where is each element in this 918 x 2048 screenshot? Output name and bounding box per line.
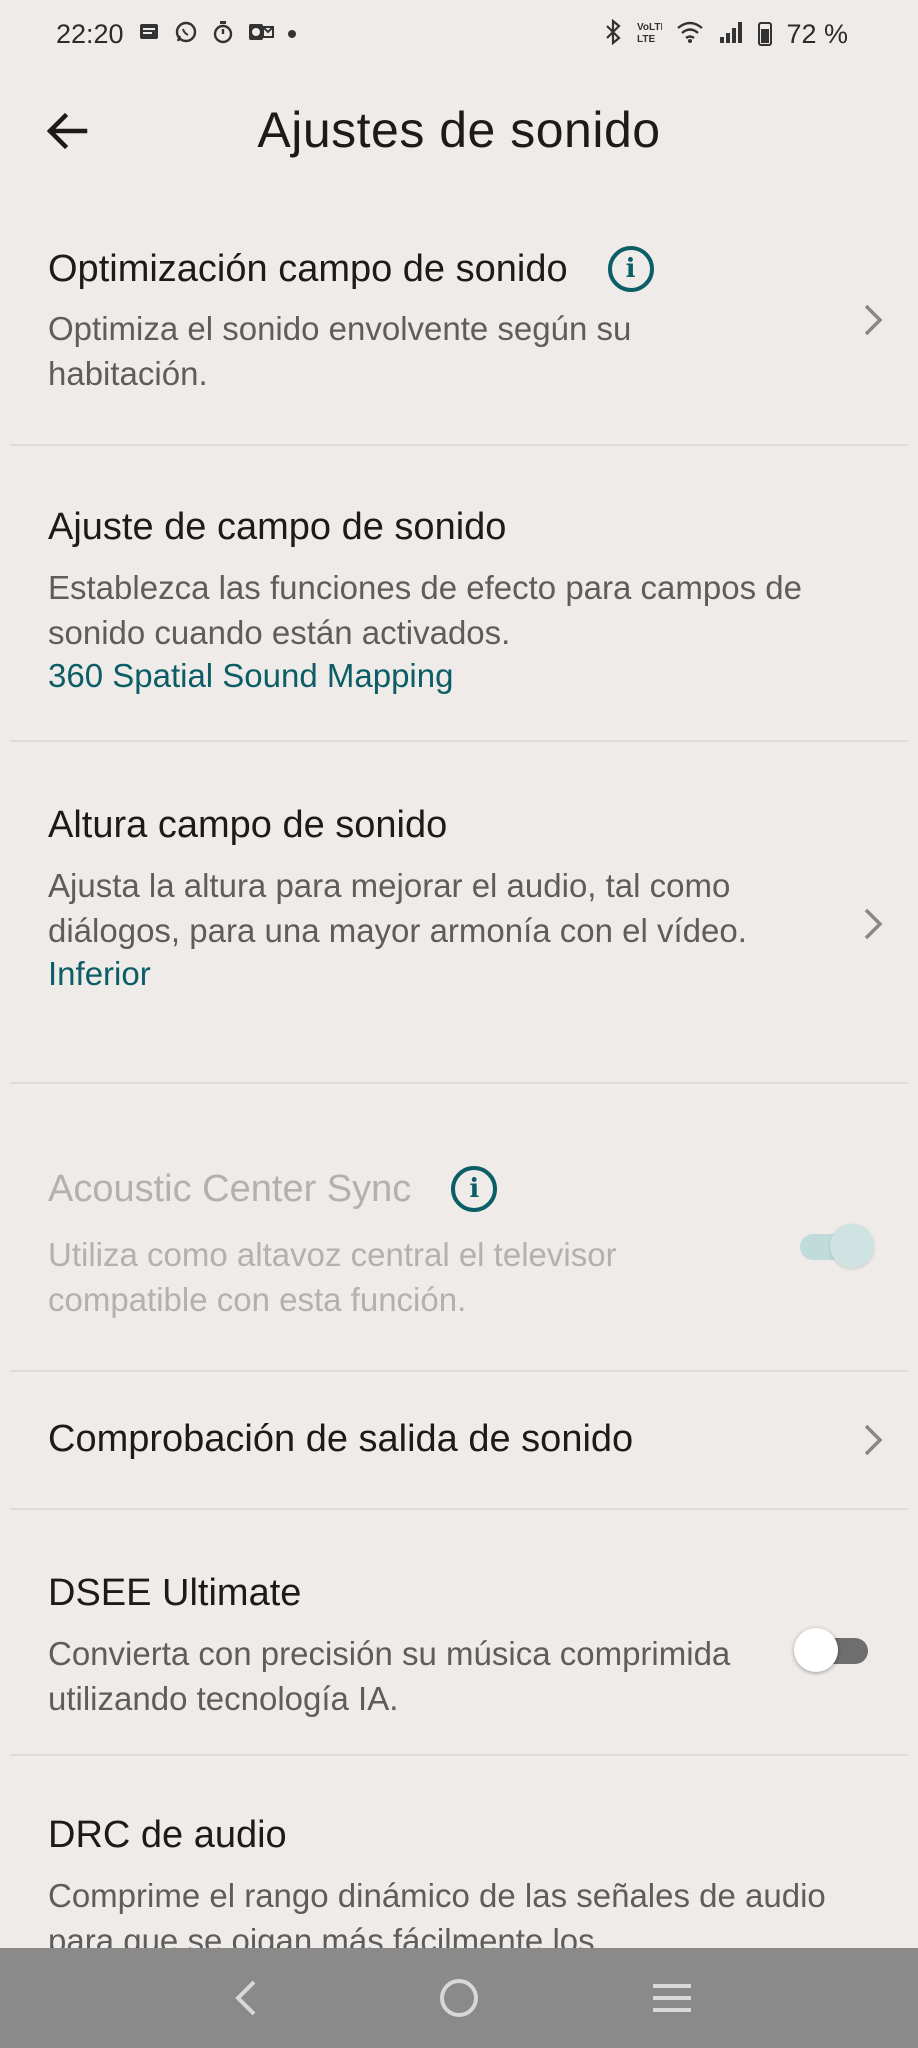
setting-value: 360 Spatial Sound Mapping bbox=[48, 657, 454, 694]
app-bar: Ajustes de sonido bbox=[0, 80, 918, 180]
setting-title-row: DSEE Ultimate bbox=[48, 1572, 870, 1615]
dsee-ultimate-toggle[interactable] bbox=[794, 1628, 874, 1672]
setting-title-row: DRC de audio bbox=[48, 1814, 870, 1857]
toggle-knob bbox=[794, 1628, 838, 1672]
status-time: 22:20 bbox=[56, 18, 124, 49]
setting-title: Acoustic Center Sync bbox=[48, 1167, 412, 1210]
nav-home-icon[interactable] bbox=[429, 1968, 489, 2028]
chevron-right-icon bbox=[864, 1424, 883, 1456]
status-right: VoLTELTE 72 % bbox=[604, 18, 848, 50]
notification-dot-icon bbox=[287, 30, 296, 38]
acoustic-center-sync-toggle bbox=[794, 1224, 874, 1268]
info-icon[interactable]: i bbox=[607, 246, 654, 292]
svg-text:VoLTE: VoLTE bbox=[637, 22, 662, 33]
setting-ajuste-campo-sonido[interactable]: Ajuste de campo de sonido Establezca las… bbox=[10, 446, 908, 742]
timer-icon bbox=[212, 20, 234, 49]
page-title: Ajustes de sonido bbox=[257, 102, 661, 158]
setting-description: Utiliza como altavoz central el televiso… bbox=[48, 1236, 617, 1318]
volte-icon: VoLTELTE bbox=[636, 19, 668, 50]
bluetooth-icon bbox=[604, 18, 622, 50]
setting-title-row: Ajuste de campo de sonido bbox=[48, 506, 870, 549]
setting-title: DRC de audio bbox=[48, 1814, 287, 1856]
svg-text:LTE: LTE bbox=[637, 34, 655, 45]
setting-value: Inferior bbox=[48, 955, 151, 992]
status-left: 22:20 bbox=[56, 19, 296, 50]
outlook-icon bbox=[248, 21, 274, 48]
setting-title-row: Optimización campo de sonido i bbox=[48, 246, 870, 292]
setting-title: Altura campo de sonido bbox=[48, 804, 448, 846]
setting-altura-campo-sonido[interactable]: Altura campo de sonido Ajusta la altura … bbox=[10, 742, 908, 1084]
setting-title-row: Comprobación de salida de sonido bbox=[48, 1418, 870, 1461]
battery-icon bbox=[758, 22, 773, 46]
message-icon bbox=[138, 21, 160, 48]
setting-description: Establezca las funciones de efecto para … bbox=[48, 569, 802, 651]
info-icon[interactable]: i bbox=[451, 1166, 498, 1212]
chevron-right-icon bbox=[864, 908, 883, 940]
signal-icon bbox=[718, 20, 744, 49]
setting-optimizacion-campo-sonido[interactable]: Optimización campo de sonido i Optimiza … bbox=[10, 210, 908, 446]
settings-list: Optimización campo de sonido i Optimiza … bbox=[0, 210, 918, 1996]
nav-recents-icon[interactable] bbox=[642, 1968, 702, 2028]
nav-back-icon[interactable] bbox=[216, 1968, 276, 2028]
setting-title-row: Acoustic Center Sync i bbox=[48, 1166, 870, 1212]
setting-comprobacion-salida-sonido[interactable]: Comprobación de salida de sonido bbox=[10, 1372, 908, 1510]
setting-dsee-ultimate[interactable]: DSEE Ultimate Convierta con precisión su… bbox=[10, 1510, 908, 1756]
setting-description: Optimiza el sonido envolvente según su h… bbox=[48, 310, 632, 392]
chevron-right-icon bbox=[864, 304, 883, 336]
battery-percentage: 72 % bbox=[786, 18, 848, 49]
setting-description: Convierta con precisión su música compri… bbox=[48, 1635, 731, 1717]
toggle-knob bbox=[830, 1224, 874, 1268]
setting-title: DSEE Ultimate bbox=[48, 1572, 302, 1614]
whatsapp-icon bbox=[174, 20, 198, 49]
setting-acoustic-center-sync: Acoustic Center Sync i Utiliza como alta… bbox=[10, 1084, 908, 1372]
setting-title-row: Altura campo de sonido bbox=[48, 804, 870, 847]
setting-title: Optimización campo de sonido bbox=[48, 247, 568, 290]
wifi-icon bbox=[676, 20, 704, 49]
status-bar: 22:20 VoLTELTE 72 % bbox=[0, 0, 918, 68]
navigation-bar bbox=[0, 1948, 918, 2048]
setting-title: Ajuste de campo de sonido bbox=[48, 506, 507, 548]
setting-description: Ajusta la altura para mejorar el audio, … bbox=[48, 867, 747, 949]
setting-title: Comprobación de salida de sonido bbox=[48, 1418, 634, 1460]
